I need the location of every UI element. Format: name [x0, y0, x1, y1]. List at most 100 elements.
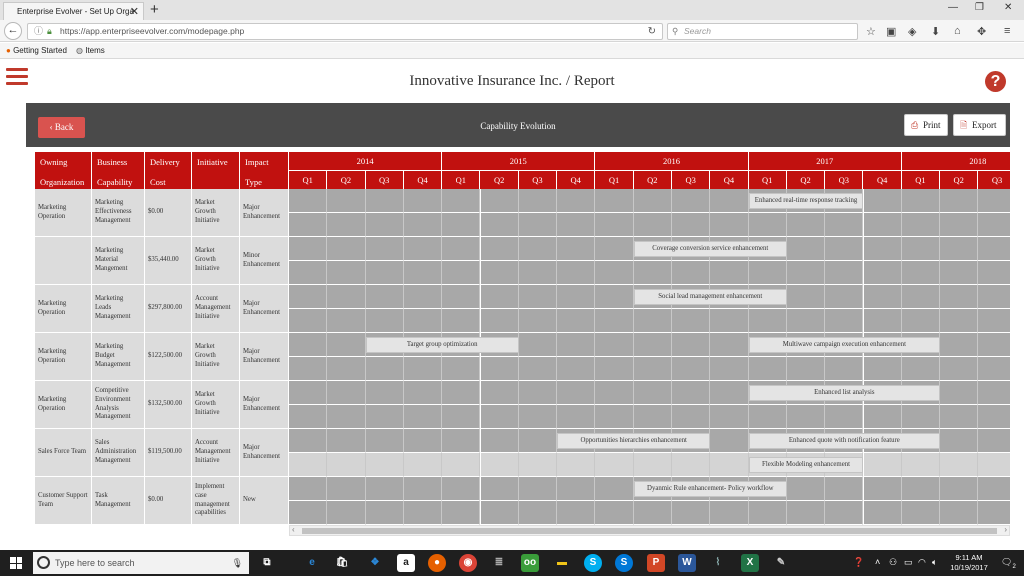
- timeline-cell[interactable]: [710, 309, 749, 333]
- timeline-cell[interactable]: [327, 381, 366, 405]
- timeline-cell[interactable]: [672, 189, 711, 213]
- timeline-cell[interactable]: [365, 285, 404, 309]
- initiative-bar[interactable]: Enhanced quote with notification feature: [748, 433, 941, 449]
- timeline-cell[interactable]: [863, 237, 902, 261]
- timeline-cell[interactable]: [940, 357, 979, 381]
- timeline-cell[interactable]: [863, 477, 902, 501]
- extension-icon[interactable]: ✥: [977, 25, 986, 38]
- download-icon[interactable]: ⬇: [931, 25, 940, 38]
- timeline-cell[interactable]: [442, 381, 481, 405]
- timeline-cell[interactable]: [978, 429, 1010, 453]
- minimize-icon[interactable]: —: [948, 2, 958, 13]
- timeline-cell[interactable]: [633, 189, 672, 213]
- edge-icon[interactable]: e: [303, 554, 321, 572]
- timeline-cell[interactable]: [480, 405, 519, 429]
- timeline-cell[interactable]: [901, 501, 941, 525]
- timeline-cell[interactable]: [978, 261, 1010, 285]
- timeline-cell[interactable]: [901, 189, 941, 213]
- timeline-cell[interactable]: [863, 261, 902, 285]
- initiative-bar[interactable]: Social lead management enhancement: [633, 289, 787, 305]
- timeline-cell[interactable]: [825, 261, 864, 285]
- timeline-cell[interactable]: [633, 381, 672, 405]
- timeline-cell[interactable]: [978, 453, 1010, 477]
- menu-icon[interactable]: ≡: [1004, 25, 1010, 37]
- timeline-cell[interactable]: [633, 333, 672, 357]
- bookmark-items[interactable]: ◍ Items: [76, 46, 105, 55]
- timeline-cell[interactable]: [557, 333, 596, 357]
- timeline-cell[interactable]: [672, 261, 711, 285]
- timeline-cell[interactable]: [825, 501, 864, 525]
- timeline-cell[interactable]: [710, 261, 749, 285]
- timeline-cell[interactable]: [518, 477, 558, 501]
- home-icon[interactable]: ⌂: [954, 25, 961, 37]
- window-close-icon[interactable]: ✕: [1004, 2, 1012, 13]
- timeline-cell[interactable]: [557, 261, 596, 285]
- timeline-cell[interactable]: [595, 477, 634, 501]
- timeline-cell[interactable]: [403, 429, 443, 453]
- timeline-cell[interactable]: [825, 213, 864, 237]
- store-icon[interactable]: 🛍︎: [333, 554, 351, 572]
- timeline-cell[interactable]: [403, 405, 443, 429]
- timeline-cell[interactable]: [442, 357, 481, 381]
- timeline-cell[interactable]: [672, 381, 711, 405]
- timeline-cell[interactable]: [825, 309, 864, 333]
- timeline-cell[interactable]: [365, 405, 404, 429]
- timeline-cell[interactable]: [786, 309, 826, 333]
- timeline-cell[interactable]: [327, 189, 366, 213]
- timeline-cell[interactable]: [403, 477, 443, 501]
- timeline-cell[interactable]: [672, 357, 711, 381]
- timeline-cell[interactable]: [557, 501, 596, 525]
- timeline-cell[interactable]: [480, 453, 519, 477]
- taskbar-clock[interactable]: 9:11 AM 10/19/2017: [944, 553, 994, 573]
- timeline-cell[interactable]: [442, 261, 481, 285]
- windows-start-icon[interactable]: [10, 557, 22, 569]
- new-tab-icon[interactable]: +: [150, 1, 159, 18]
- timeline-cell[interactable]: [901, 285, 941, 309]
- scroll-left-icon[interactable]: ‹: [292, 525, 295, 534]
- timeline-cell[interactable]: [289, 501, 328, 525]
- timeline-cell[interactable]: [595, 357, 634, 381]
- timeline-cell[interactable]: [518, 405, 558, 429]
- skype-business-icon[interactable]: S: [615, 554, 633, 572]
- timeline-cell[interactable]: [940, 189, 979, 213]
- timeline-cell[interactable]: [786, 213, 826, 237]
- timeline-cell[interactable]: [633, 405, 672, 429]
- timeline-cell[interactable]: [289, 381, 328, 405]
- timeline-cell[interactable]: [365, 189, 404, 213]
- word-icon[interactable]: W: [678, 554, 696, 572]
- timeline-cell[interactable]: [518, 237, 558, 261]
- timeline-cell[interactable]: [403, 261, 443, 285]
- timeline-cell[interactable]: [403, 285, 443, 309]
- timeline-cell[interactable]: [327, 429, 366, 453]
- timeline-cell[interactable]: [595, 333, 634, 357]
- timeline-cell[interactable]: [672, 453, 711, 477]
- timeline-cell[interactable]: [978, 501, 1010, 525]
- timeline-cell[interactable]: [863, 189, 902, 213]
- timeline-cell[interactable]: [365, 429, 404, 453]
- chevron-up-icon[interactable]: ˄: [875, 557, 880, 567]
- timeline-cell[interactable]: [978, 189, 1010, 213]
- timeline-cell[interactable]: [365, 381, 404, 405]
- timeline-cell[interactable]: [518, 501, 558, 525]
- timeline-cell[interactable]: [518, 309, 558, 333]
- timeline-cell[interactable]: [480, 501, 519, 525]
- tab-close-icon[interactable]: ✕: [130, 5, 139, 18]
- initiative-bar[interactable]: Coverage conversion service enhancement: [633, 241, 787, 257]
- timeline-cell[interactable]: [863, 357, 902, 381]
- timeline-cell[interactable]: [327, 285, 366, 309]
- file-explorer-icon[interactable]: ▬: [553, 554, 571, 572]
- timeline-cell[interactable]: [940, 333, 979, 357]
- timeline-cell[interactable]: [327, 477, 366, 501]
- timeline-cell[interactable]: [748, 357, 787, 381]
- timeline-cell[interactable]: [327, 333, 366, 357]
- timeline-cell[interactable]: [710, 333, 749, 357]
- timeline-cell[interactable]: [940, 381, 979, 405]
- timeline-cell[interactable]: [978, 285, 1010, 309]
- timeline-cell[interactable]: [289, 357, 328, 381]
- app-icon[interactable]: ⌇: [709, 554, 727, 572]
- timeline-cell[interactable]: [403, 357, 443, 381]
- timeline-cell[interactable]: [710, 501, 749, 525]
- timeline-cell[interactable]: [748, 261, 787, 285]
- url-bar[interactable]: ⓘ 🔒︎ https://app.enterpriseevolver.com/m…: [27, 23, 663, 40]
- chrome-icon[interactable]: ◉: [459, 554, 477, 572]
